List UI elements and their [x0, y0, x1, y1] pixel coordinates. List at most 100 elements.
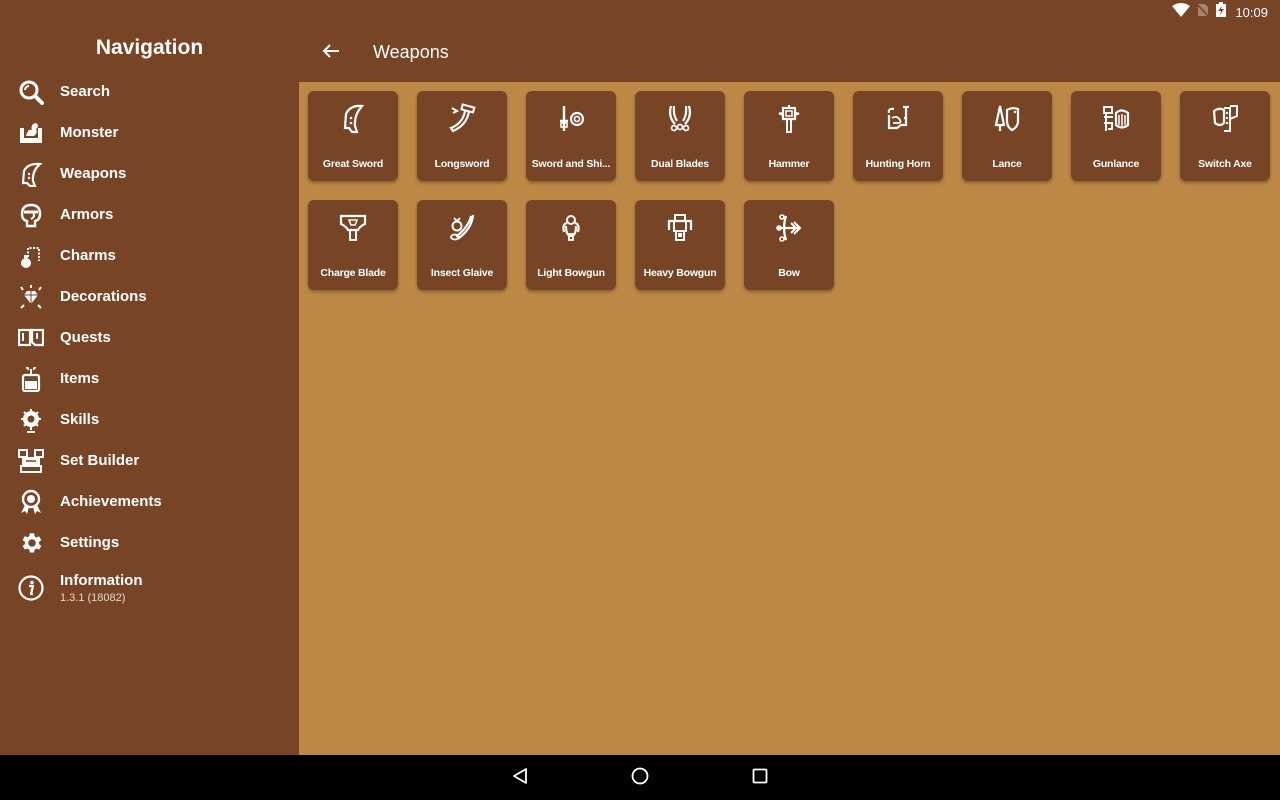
sidebar-item-label: Set Builder [60, 452, 140, 469]
info-icon [18, 575, 44, 601]
sidebar-item-label: Achievements [60, 493, 162, 510]
light-bowgun-icon [526, 212, 616, 244]
sidebar-item-armors[interactable]: Armors [0, 194, 299, 235]
weapon-label: Light Bowgun [537, 267, 605, 279]
status-time: 10:09 [1235, 4, 1268, 20]
monster-icon [18, 120, 44, 146]
sidebar-item-achievements[interactable]: Achievements [0, 481, 299, 522]
settings-icon [18, 530, 44, 556]
weapon-card-switch-axe[interactable]: Switch Axe [1180, 91, 1270, 181]
sidebar-item-charms[interactable]: Charms [0, 235, 299, 276]
battery-charging-icon [1216, 2, 1227, 22]
weapon-card-longsword[interactable]: Longsword [417, 91, 507, 181]
switch-axe-icon [1180, 103, 1270, 135]
sidebar-item-monster[interactable]: Monster [0, 112, 299, 153]
home-nav-icon [631, 767, 649, 790]
dual-blades-icon [635, 103, 725, 135]
weapon-label: Heavy Bowgun [643, 267, 717, 279]
skill-icon [18, 407, 44, 433]
sidebar-item-quests[interactable]: Quests [0, 317, 299, 358]
nav-recents-button[interactable] [749, 767, 771, 789]
sidebar-item-label: Weapons [60, 165, 127, 182]
armor-icon [18, 202, 44, 228]
weapon-label: Insect Glaive [430, 267, 494, 279]
sidebar-item-label: Settings [60, 534, 120, 551]
weapon-label: Charge Blade [320, 267, 386, 279]
decoration-icon [18, 284, 44, 310]
page-title: Weapons [373, 42, 449, 62]
sidebar-item-decorations[interactable]: Decorations [0, 276, 299, 317]
system-navigation-bar [0, 755, 1280, 800]
sidebar-item-weapons[interactable]: Weapons [0, 153, 299, 194]
arrow-back-icon [322, 43, 340, 64]
navigation-list: Search Monster Weapons Armors Charms Dec… [0, 71, 299, 613]
bow-icon [744, 212, 834, 244]
weapon-card-light-bowgun[interactable]: Light Bowgun [526, 200, 616, 290]
sidebar-item-label: Skills [60, 411, 100, 428]
weapon-card-lance[interactable]: Lance [962, 91, 1052, 181]
app-version: 1.3.1 (18082) [60, 592, 126, 604]
back-button[interactable] [319, 41, 343, 65]
navigation-drawer: Navigation Search Monster Weapons Armors [0, 24, 299, 755]
weapons-grid: Great Sword Longsword Sword and Shi... D… [308, 91, 1270, 290]
back-nav-icon [511, 767, 529, 790]
set-builder-icon [18, 448, 44, 474]
great-sword-icon [308, 103, 398, 135]
gunlance-icon [1071, 103, 1161, 135]
search-icon [18, 79, 44, 105]
longsword-icon [417, 103, 507, 135]
nav-home-button[interactable] [629, 767, 651, 789]
weapon-card-heavy-bowgun[interactable]: Heavy Bowgun [635, 200, 725, 290]
sidebar-item-label: Information [60, 572, 143, 589]
wifi-icon [1172, 2, 1191, 22]
lance-icon [962, 103, 1052, 135]
weapon-card-bow[interactable]: Bow [744, 200, 834, 290]
weapon-label: Hunting Horn [865, 158, 931, 170]
sidebar-item-skills[interactable]: Skills [0, 399, 299, 440]
recents-nav-icon [752, 768, 768, 789]
insect-glaive-icon [417, 212, 507, 244]
charm-icon [18, 243, 44, 269]
weapon-card-great-sword[interactable]: Great Sword [308, 91, 398, 181]
sidebar-item-label: Armors [60, 206, 114, 223]
app-bar: Weapons [299, 24, 1280, 82]
weapon-card-gunlance[interactable]: Gunlance [1071, 91, 1161, 181]
sidebar-item-label: Items [60, 370, 100, 387]
weapon-card-hunting-horn[interactable]: Hunting Horn [853, 91, 943, 181]
sidebar-item-information[interactable]: Information 1.3.1 (18082) [0, 563, 299, 613]
sidebar-item-items[interactable]: Items [0, 358, 299, 399]
weapon-label: Lance [992, 158, 1022, 170]
nav-back-button[interactable] [509, 767, 531, 789]
charge-blade-icon [308, 212, 398, 244]
weapon-label: Dual Blades [651, 158, 709, 170]
status-icons: 10:09 [1172, 2, 1268, 22]
status-bar: 10:09 [0, 0, 1280, 24]
weapon-card-charge-blade[interactable]: Charge Blade [308, 200, 398, 290]
weapon-card-sword-and-shield[interactable]: Sword and Shi... [526, 91, 616, 181]
weapon-label: Switch Axe [1198, 158, 1252, 170]
sidebar-item-label: Search [60, 83, 111, 100]
weapon-label: Sword and Shi... [531, 158, 611, 170]
weapons-content: Great Sword Longsword Sword and Shi... D… [299, 82, 1280, 755]
weapon-label: Gunlance [1092, 158, 1140, 170]
weapon-card-dual-blades[interactable]: Dual Blades [635, 91, 725, 181]
sidebar-item-search[interactable]: Search [0, 71, 299, 112]
weapon-card-insect-glaive[interactable]: Insect Glaive [417, 200, 507, 290]
achievement-icon [18, 489, 44, 515]
sidebar-item-label: Decorations [60, 288, 147, 305]
navigation-title: Navigation [95, 36, 204, 59]
sidebar-item-settings[interactable]: Settings [0, 522, 299, 563]
weapon-label: Longsword [434, 158, 490, 170]
weapons-icon [18, 161, 44, 187]
hammer-icon [744, 103, 834, 135]
hunting-horn-icon [853, 103, 943, 135]
heavy-bowgun-icon [635, 212, 725, 244]
sidebar-item-label: Charms [60, 247, 116, 264]
weapon-card-hammer[interactable]: Hammer [744, 91, 834, 181]
sidebar-item-set-builder[interactable]: Set Builder [0, 440, 299, 481]
weapon-label: Bow [778, 267, 800, 279]
quest-icon [18, 325, 44, 351]
sword-and-shield-icon [526, 103, 616, 135]
weapon-label: Hammer [768, 158, 810, 170]
no-sim-icon [1196, 2, 1211, 22]
